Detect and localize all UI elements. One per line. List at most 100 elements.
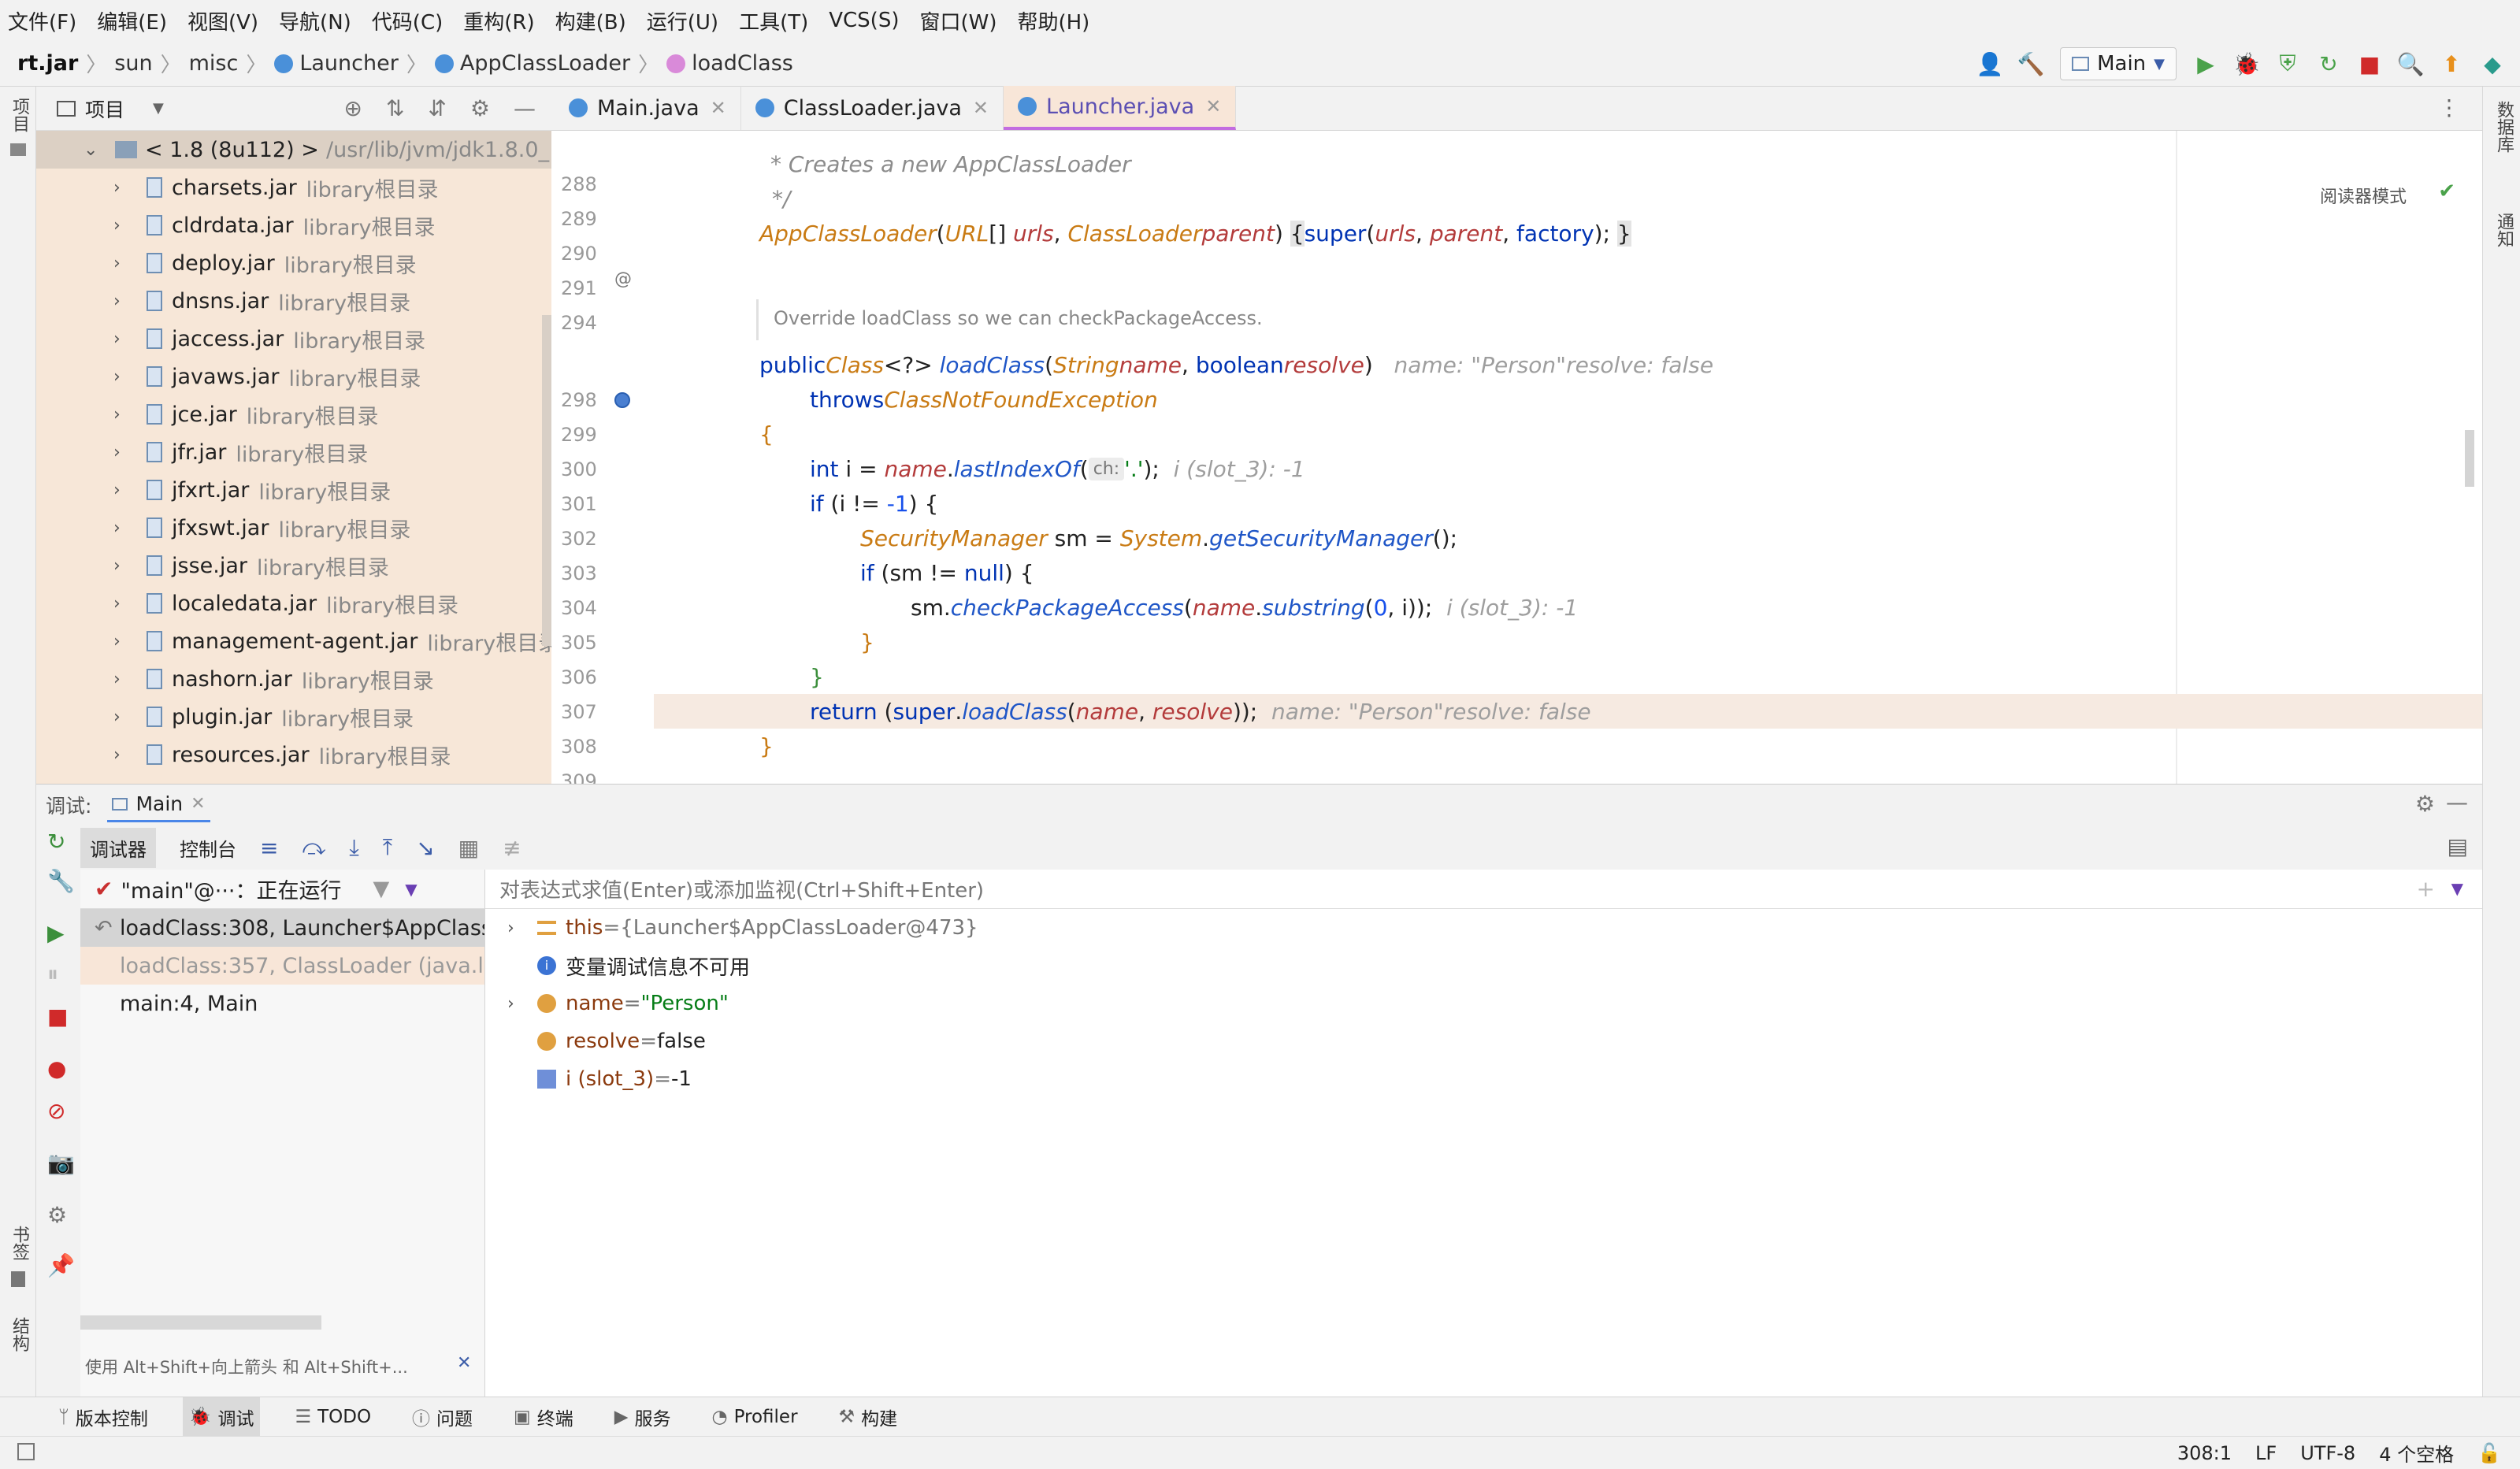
tool-tab-todo[interactable]: ☰ TODO	[288, 1397, 377, 1437]
chevron-down-icon[interactable]: ⌄	[84, 140, 98, 160]
menu-edit[interactable]: 编辑(E)	[97, 6, 167, 35]
tool-tab-version-control[interactable]: ᛘ 版本控制	[52, 1397, 154, 1437]
chevron-right-icon[interactable]: ›	[507, 994, 514, 1014]
run-config-select[interactable]: Main ▼	[2060, 47, 2177, 80]
tool-tab-build[interactable]: ⚒ 构建	[833, 1397, 904, 1437]
line-number[interactable]: 308	[561, 736, 608, 758]
tree-item[interactable]: › jfr.jar library根目录	[36, 433, 551, 471]
line-number[interactable]: 288	[561, 173, 608, 195]
mute-breakpoints-icon[interactable]: ⊘	[47, 1098, 65, 1124]
project-scrollbar[interactable]	[542, 315, 551, 646]
chevron-right-icon[interactable]: ›	[113, 518, 121, 538]
breadcrumb-sun[interactable]: sun	[114, 51, 152, 76]
profile-icon[interactable]: ↻	[2317, 51, 2340, 77]
menu-tools[interactable]: 工具(T)	[739, 6, 808, 35]
expand-all-icon[interactable]: ⇅	[386, 95, 404, 121]
debug-session-tab[interactable]: Main ✕	[107, 788, 210, 822]
layout-icon[interactable]: ≡	[260, 835, 278, 861]
tool-tab-problems[interactable]: ⓘ 问题	[406, 1397, 479, 1437]
line-number[interactable]: 299	[561, 424, 608, 446]
chevron-right-icon[interactable]: ›	[113, 480, 121, 500]
line-number[interactable]: 304	[561, 597, 608, 619]
camera-icon[interactable]: 📷	[47, 1150, 75, 1176]
chevron-right-icon[interactable]: ›	[113, 367, 121, 387]
tree-item[interactable]: › jaccess.jar library根目录	[36, 320, 551, 358]
tool-tab-services[interactable]: ▶ 服务	[608, 1397, 677, 1437]
view-breakpoints-icon[interactable]: ●	[47, 1055, 66, 1081]
close-icon[interactable]: ✕	[711, 97, 726, 119]
chevron-down-icon[interactable]: ▼	[2451, 879, 2463, 898]
menu-help[interactable]: 帮助(H)	[1017, 6, 1089, 35]
line-separator[interactable]: LF	[2255, 1442, 2277, 1464]
menu-build[interactable]: 构建(B)	[555, 6, 626, 35]
step-over-icon[interactable]: ⤼	[302, 834, 325, 861]
tab-main-java[interactable]: Main.java ✕	[555, 86, 741, 130]
more-options-icon[interactable]: ⋮	[2438, 95, 2460, 121]
breadcrumb-loadclass[interactable]: loadClass	[666, 51, 793, 76]
add-watch-icon[interactable]: +	[2417, 876, 2435, 902]
layout-toggle-icon[interactable]	[17, 1443, 35, 1460]
tree-item[interactable]: › management-agent.jar library根目录	[36, 622, 559, 660]
override-icon[interactable]	[614, 392, 630, 408]
variable-row-resolve[interactable]: resolve = false	[485, 1022, 2482, 1060]
tree-item[interactable]: › nashorn.jar library根目录	[36, 660, 551, 698]
tree-item[interactable]: › javaws.jar library根目录	[36, 358, 551, 395]
implements-icon[interactable]: @	[614, 269, 632, 289]
thread-selector[interactable]: ✔ "main"@···：正在运行 ▼ ▼	[80, 870, 484, 909]
rerun-icon[interactable]: ↻	[47, 829, 65, 855]
chevron-down-icon[interactable]: ▼	[405, 880, 417, 899]
chevron-right-icon[interactable]: ›	[113, 254, 121, 273]
chevron-right-icon[interactable]: ›	[113, 291, 121, 311]
pause-icon[interactable]: ⏸	[47, 961, 58, 988]
update-icon[interactable]: ⬆	[2440, 51, 2463, 77]
line-number[interactable]: 301	[561, 493, 608, 515]
close-icon[interactable]: ✕	[457, 1353, 471, 1373]
run-to-cursor-icon[interactable]: ↘	[416, 835, 434, 861]
step-into-icon[interactable]: ⤓	[349, 834, 358, 861]
variable-row-name[interactable]: › name = "Person"	[485, 985, 2482, 1022]
menu-code[interactable]: 代码(C)	[372, 6, 443, 35]
minimize-icon[interactable]: —	[514, 95, 536, 121]
tree-item[interactable]: › dnsns.jar library根目录	[36, 282, 551, 320]
tree-item[interactable]: › deploy.jar library根目录	[36, 244, 551, 282]
chevron-right-icon[interactable]: ›	[113, 556, 121, 576]
menu-vcs[interactable]: VCS(S)	[829, 9, 899, 32]
file-encoding[interactable]: UTF-8	[2300, 1442, 2355, 1464]
breadcrumb-rt-jar[interactable]: rt.jar	[17, 51, 78, 76]
frames-scrollbar[interactable]	[80, 1315, 321, 1330]
tree-item[interactable]: › resources.jar library根目录	[36, 736, 551, 773]
wrench-icon[interactable]: 🔧	[47, 868, 75, 894]
frame-item[interactable]: loadClass:357, ClassLoader (java.l	[80, 947, 484, 985]
variable-row-i[interactable]: i (slot_3) = -1	[485, 1060, 2482, 1098]
menu-navigate[interactable]: 导航(N)	[279, 6, 351, 35]
chevron-right-icon[interactable]: ›	[113, 632, 121, 651]
line-number[interactable]: 302	[561, 528, 608, 550]
filter-icon[interactable]: ▼	[373, 877, 390, 901]
frame-item[interactable]: ↶ loadClass:308, Launcher$AppClass	[80, 909, 484, 947]
lock-icon[interactable]: 🔓	[2477, 1442, 2501, 1464]
breadcrumb-misc[interactable]: misc	[189, 51, 239, 76]
tree-item[interactable]: › jfxswt.jar library根目录	[36, 509, 551, 547]
tool-tab-debug[interactable]: 🐞 调试	[182, 1397, 261, 1437]
search-icon[interactable]: 🔍	[2397, 51, 2425, 77]
trace-icon[interactable]: ≢	[503, 835, 521, 861]
evaluate-expression-input[interactable]: 对表达式求值(Enter)或添加监视(Ctrl+Shift+Enter) + ▼	[485, 870, 2482, 909]
debug-icon[interactable]: 🐞	[2233, 51, 2261, 77]
breadcrumb-appclassloader[interactable]: AppClassLoader	[434, 51, 630, 76]
menu-file[interactable]: 文件(F)	[8, 6, 76, 35]
tree-item[interactable]: › jfxrt.jar library根目录	[36, 471, 551, 509]
close-icon[interactable]: ✕	[191, 794, 205, 814]
reader-mode-toggle[interactable]: 阅读器模式	[2320, 183, 2407, 208]
bookmarks-tool-button[interactable]: 书签	[6, 1226, 32, 1260]
variable-row-this[interactable]: › this = {Launcher$AppClassLoader@473}	[485, 909, 2482, 947]
tree-item[interactable]: › jce.jar library根目录	[36, 395, 551, 433]
line-number[interactable]: 305	[561, 632, 608, 654]
stop-icon[interactable]: ■	[47, 1003, 68, 1029]
chevron-right-icon[interactable]: ›	[113, 443, 121, 462]
line-number[interactable]: 289	[561, 208, 608, 230]
line-number[interactable]: 307	[561, 701, 608, 723]
frame-item[interactable]: main:4, Main	[80, 985, 484, 1022]
breadcrumb-launcher[interactable]: Launcher	[274, 51, 399, 76]
run-icon[interactable]: ▶	[2194, 51, 2218, 77]
tree-item[interactable]: › charsets.jar library根目录	[36, 169, 551, 206]
